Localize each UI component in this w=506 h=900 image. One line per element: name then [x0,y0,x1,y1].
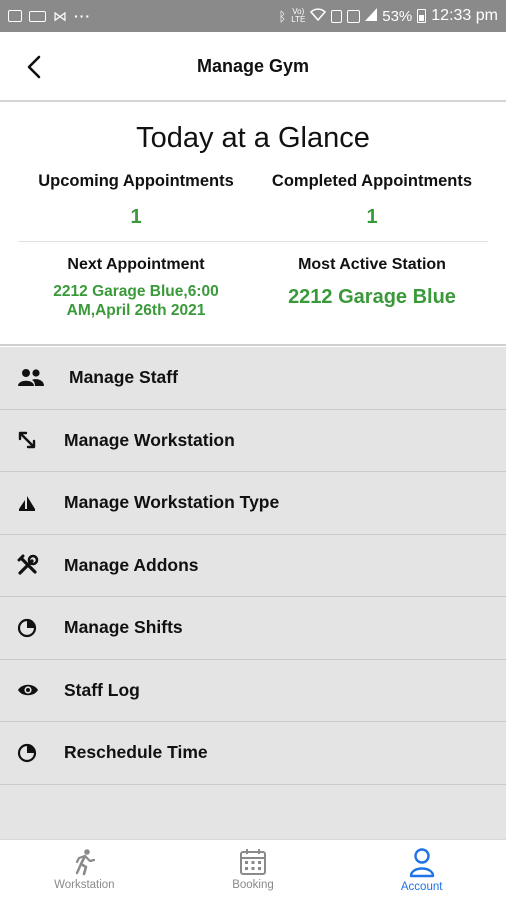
tools-icon [0,554,64,576]
next-appointment-label: Next Appointment [67,256,205,273]
menu-item-manage-workstation-type[interactable]: Manage Workstation Type [0,472,506,535]
signal-icon [365,7,378,25]
status-bar: ⋈ ··· ᛒ Vo) LTE 53% 12:33 pm [0,0,506,32]
gallery-notification-icon [8,10,22,22]
arrows-icon [0,430,64,450]
menu-item-manage-staff[interactable]: Manage Staff [0,347,506,410]
wifi-icon [310,7,327,25]
battery-percent: 53% [382,7,413,25]
glance-divider [18,241,488,242]
eye-icon [0,682,64,698]
runner-icon [76,849,96,876]
sim-icon [331,9,343,23]
volte-icon: Vo) LTE [291,7,306,24]
menu-item-label: Reschedule Time [64,742,208,763]
completed-appointments-label: Completed Appointments [271,172,473,190]
menu-item-manage-addons[interactable]: Manage Addons [0,535,506,597]
page-title: Manage Gym [196,55,310,76]
next-appointment-value-line1: 2212 Garage Blue,6:00 [53,283,219,300]
mail-notification-icon: ⋈ [53,7,67,24]
next-appointment-value-line2: AM,April 26th 2021 [66,302,206,319]
tab-label: Workstation [54,879,115,891]
tab-booking[interactable]: Booking [169,840,338,900]
upcoming-appointments-label: Upcoming Appointments [38,172,234,190]
data-icon [347,9,361,23]
next-appointment-value: 2212 Garage Blue,6:00 AM,April 26th 2021 [16,282,256,320]
tab-workstation[interactable]: Workstation [0,840,169,900]
menu-item-label: Manage Workstation [64,429,235,450]
menu-item-reschedule-time[interactable]: Reschedule Time [0,722,506,785]
menu-item-label: Manage Shifts [64,617,183,638]
app-header: Manage Gym [0,32,506,102]
pie-clock-icon [0,743,64,763]
shapes-icon [0,494,64,512]
more-notifications-icon: ··· [74,8,91,24]
upcoming-appointments-stat: Upcoming Appointments 1 [16,172,256,229]
back-button[interactable] [18,50,52,84]
most-active-station-label: Most Active Station [298,256,446,273]
pie-clock-icon [0,618,64,638]
chevron-left-icon [27,55,41,79]
person-icon [409,848,434,878]
today-at-a-glance-card: Today at a Glance Upcoming Appointments … [0,104,506,346]
most-active-station: Most Active Station 2212 Garage Blue [256,256,488,309]
tab-account[interactable]: Account [337,840,506,900]
menu-item-staff-log[interactable]: Staff Log [0,660,506,722]
menu-item-manage-workstation[interactable]: Manage Workstation [0,410,506,472]
glance-title: Today at a Glance [136,122,370,154]
calendar-icon [240,849,266,875]
tab-label: Account [400,881,443,893]
tab-label: Booking [232,879,274,891]
next-appointment: Next Appointment 2212 Garage Blue,6:00 A… [16,256,256,320]
people-icon [0,368,64,388]
manage-menu: Manage Staff Manage Workstation Manage W… [0,347,506,839]
most-active-station-value: 2212 Garage Blue [288,286,456,308]
completed-appointments-stat: Completed Appointments 1 [256,172,488,229]
bottom-nav: Workstation Booking Account [0,839,506,900]
clock-time: 12:33 pm [431,7,498,24]
upcoming-appointments-value: 1 [130,206,142,228]
menu-item-label: Manage Addons [64,554,199,575]
completed-appointments-value: 1 [366,206,378,228]
monitor-notification-icon [29,10,46,22]
menu-item-label: Manage Staff [69,367,178,388]
battery-icon [417,9,427,23]
menu-item-label: Staff Log [64,679,140,700]
menu-item-label: Manage Workstation Type [64,492,280,513]
menu-item-manage-shifts[interactable]: Manage Shifts [0,597,506,660]
bluetooth-icon: ᛒ [278,8,287,24]
